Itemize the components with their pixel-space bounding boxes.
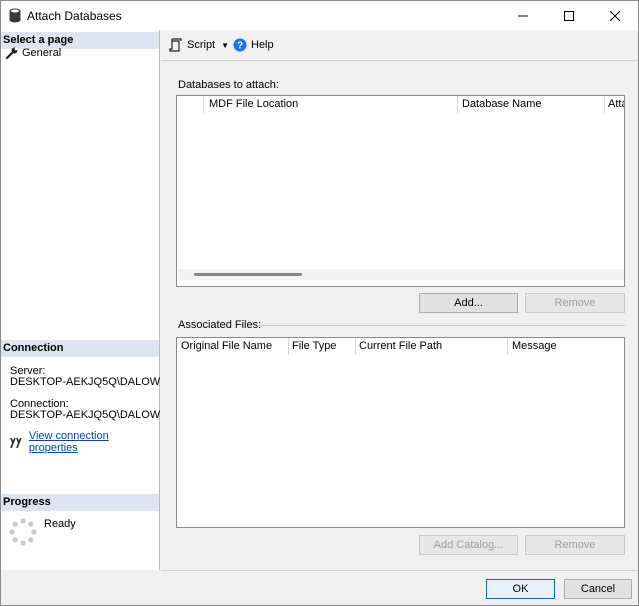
view-connection-link[interactable]: View connection properties bbox=[29, 430, 159, 454]
server-value: DESKTOP-AEKJQ5Q\DALOWOS bbox=[10, 376, 160, 388]
toolbar-divider bbox=[161, 60, 638, 61]
title-bar: Attach Databases bbox=[1, 1, 638, 30]
progress-status: Ready bbox=[44, 518, 76, 530]
window-title: Attach Databases bbox=[27, 9, 122, 23]
script-icon bbox=[169, 38, 182, 52]
connection-properties-icon bbox=[10, 437, 22, 448]
help-label: Help bbox=[251, 39, 274, 51]
col-mdf-file-location[interactable]: MDF File Location bbox=[209, 98, 454, 110]
minimize-icon bbox=[518, 15, 528, 16]
page-item-label: General bbox=[22, 47, 62, 59]
close-button[interactable] bbox=[592, 1, 638, 30]
col-message[interactable]: Message bbox=[512, 340, 622, 352]
wrench-icon bbox=[5, 47, 18, 59]
progress-header: Progress bbox=[1, 494, 159, 511]
col-attach-as[interactable]: Atta bbox=[608, 98, 624, 110]
column-divider bbox=[203, 96, 204, 113]
column-divider bbox=[604, 96, 605, 113]
col-database-name[interactable]: Database Name bbox=[462, 98, 602, 110]
associated-files-grid[interactable]: Original File Name File Type Current Fil… bbox=[176, 337, 625, 528]
col-current-file-path[interactable]: Current File Path bbox=[359, 340, 504, 352]
horizontal-scrollbar[interactable] bbox=[178, 269, 624, 280]
connection-header: Connection bbox=[1, 340, 159, 357]
toolbar: Script ▼ ? Help bbox=[161, 30, 638, 60]
group-divider bbox=[257, 325, 625, 326]
add-button[interactable]: Add... bbox=[419, 293, 518, 313]
column-divider bbox=[457, 96, 458, 113]
databases-to-attach-label: Databases to attach: bbox=[178, 79, 283, 91]
help-icon: ? bbox=[233, 38, 247, 52]
scrollbar-thumb[interactable] bbox=[194, 273, 302, 276]
connection-value: DESKTOP-AEKJQ5Q\DALOWOS bbox=[10, 409, 160, 421]
attach-databases-dialog: Attach Databases Select a page General C… bbox=[0, 0, 639, 606]
footer-divider bbox=[161, 570, 638, 571]
chevron-down-icon[interactable]: ▼ bbox=[221, 41, 229, 50]
associated-files-label: Associated Files: bbox=[178, 319, 266, 331]
databases-grid[interactable]: MDF File Location Database Name Atta bbox=[176, 95, 625, 287]
column-divider bbox=[355, 338, 356, 355]
associated-files-grid-header: Original File Name File Type Current Fil… bbox=[177, 338, 624, 356]
svg-text:?: ? bbox=[237, 41, 243, 52]
col-file-type[interactable]: File Type bbox=[292, 340, 354, 352]
database-icon bbox=[9, 8, 21, 23]
script-label: Script bbox=[187, 39, 216, 51]
column-divider bbox=[507, 338, 508, 355]
add-catalog-button[interactable]: Add Catalog... bbox=[419, 535, 518, 555]
cancel-button[interactable]: Cancel bbox=[564, 579, 632, 599]
remove-database-button[interactable]: Remove bbox=[525, 293, 625, 313]
ok-button[interactable]: OK bbox=[486, 579, 555, 599]
script-button[interactable]: Script ▼ bbox=[169, 38, 229, 52]
progress-spinner-icon bbox=[9, 518, 37, 546]
remove-file-button[interactable]: Remove bbox=[525, 535, 625, 555]
view-connection-properties: View connection properties bbox=[9, 430, 159, 454]
close-icon bbox=[610, 10, 620, 21]
page-item-general[interactable]: General bbox=[5, 47, 61, 59]
minimize-button[interactable] bbox=[500, 1, 546, 30]
databases-grid-header: MDF File Location Database Name Atta bbox=[177, 96, 624, 114]
col-original-file-name[interactable]: Original File Name bbox=[181, 340, 286, 352]
maximize-icon bbox=[564, 10, 574, 21]
maximize-button[interactable] bbox=[546, 1, 592, 30]
column-divider bbox=[288, 338, 289, 355]
left-pane: Select a page General Connection Server:… bbox=[1, 30, 160, 570]
help-button[interactable]: ? Help bbox=[233, 38, 274, 52]
